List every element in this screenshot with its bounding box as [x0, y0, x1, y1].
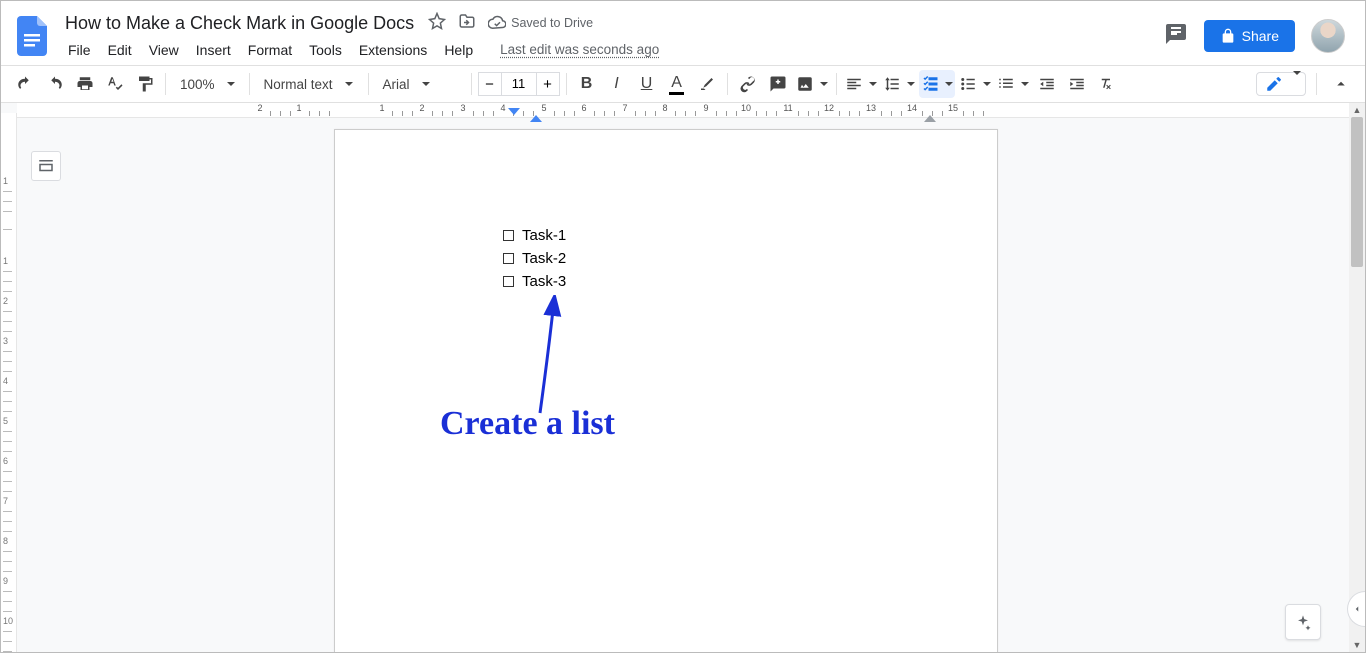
scroll-down-icon[interactable]: ▼: [1349, 638, 1365, 652]
page[interactable]: Task-1 Task-2 Task-3 Create a list: [334, 129, 998, 652]
share-button[interactable]: Share: [1204, 20, 1295, 52]
numbered-list-icon[interactable]: [995, 70, 1031, 98]
checkbox-icon[interactable]: [503, 276, 514, 287]
insert-link-icon[interactable]: [734, 70, 762, 98]
align-icon[interactable]: [843, 70, 879, 98]
list-item[interactable]: Task-1: [503, 224, 566, 247]
star-icon[interactable]: [428, 12, 446, 35]
insert-image-icon[interactable]: [794, 70, 830, 98]
docs-logo[interactable]: [13, 16, 53, 56]
menu-view[interactable]: View: [142, 38, 186, 62]
vertical-scrollbar[interactable]: ▲ ▼: [1349, 103, 1365, 652]
clear-formatting-icon[interactable]: [1093, 70, 1121, 98]
annotation-text: Create a list: [440, 405, 615, 443]
menu-tools[interactable]: Tools: [302, 38, 349, 62]
checkbox-icon[interactable]: [503, 230, 514, 241]
style-select[interactable]: Normal text: [256, 70, 362, 98]
text-color-icon[interactable]: A: [663, 70, 691, 98]
last-edit-link[interactable]: Last edit was seconds ago: [493, 38, 666, 61]
checklist-icon[interactable]: [919, 70, 955, 98]
account-avatar[interactable]: [1311, 19, 1345, 53]
checkbox-icon[interactable]: [503, 253, 514, 264]
comments-icon[interactable]: [1164, 22, 1188, 51]
paint-format-icon[interactable]: [131, 70, 159, 98]
toolbar: 100% Normal text Arial − 11 + B I U A: [1, 65, 1365, 103]
redo-icon[interactable]: [41, 70, 69, 98]
vertical-ruler[interactable]: 112345678910: [1, 113, 17, 652]
font-size-increase[interactable]: +: [536, 72, 560, 96]
horizontal-ruler[interactable]: 21123456789101112131415: [17, 103, 1349, 118]
list-item[interactable]: Task-2: [503, 247, 566, 270]
indent-increase-icon[interactable]: [1063, 70, 1091, 98]
insert-comment-icon[interactable]: [764, 70, 792, 98]
scroll-thumb[interactable]: [1351, 117, 1363, 267]
doc-title[interactable]: How to Make a Check Mark in Google Docs: [61, 11, 418, 36]
annotation-arrow: [530, 295, 590, 415]
font-size: − 11 +: [478, 72, 560, 96]
spellcheck-icon[interactable]: [101, 70, 129, 98]
font-size-decrease[interactable]: −: [478, 72, 502, 96]
menu-format[interactable]: Format: [241, 38, 299, 62]
highlight-icon[interactable]: [693, 70, 721, 98]
zoom-select[interactable]: 100%: [172, 70, 243, 98]
menu-edit[interactable]: Edit: [101, 38, 139, 62]
move-icon[interactable]: [458, 12, 476, 35]
list-item[interactable]: Task-3: [503, 270, 566, 293]
menu-bar: File Edit View Insert Format Tools Exten…: [61, 38, 1164, 62]
scroll-up-icon[interactable]: ▲: [1349, 103, 1365, 117]
hide-menus-icon[interactable]: [1327, 70, 1355, 98]
indent-decrease-icon[interactable]: [1033, 70, 1061, 98]
font-select[interactable]: Arial: [375, 70, 465, 98]
bold-icon[interactable]: B: [573, 70, 601, 98]
save-state[interactable]: Saved to Drive: [488, 14, 593, 32]
undo-icon[interactable]: [11, 70, 39, 98]
font-size-value[interactable]: 11: [502, 72, 536, 96]
line-spacing-icon[interactable]: [881, 70, 917, 98]
page-content[interactable]: Task-1 Task-2 Task-3: [503, 224, 566, 293]
explore-button[interactable]: [1285, 604, 1321, 640]
menu-help[interactable]: Help: [437, 38, 480, 62]
italic-icon[interactable]: I: [603, 70, 631, 98]
editing-mode[interactable]: [1256, 72, 1306, 96]
underline-icon[interactable]: U: [633, 70, 661, 98]
menu-insert[interactable]: Insert: [189, 38, 238, 62]
document-canvas: 21123456789101112131415 112345678910 Tas…: [1, 103, 1349, 652]
print-icon[interactable]: [71, 70, 99, 98]
menu-file[interactable]: File: [61, 38, 98, 62]
bulleted-list-icon[interactable]: [957, 70, 993, 98]
outline-toggle-icon[interactable]: [31, 151, 61, 181]
menu-extensions[interactable]: Extensions: [352, 38, 434, 62]
